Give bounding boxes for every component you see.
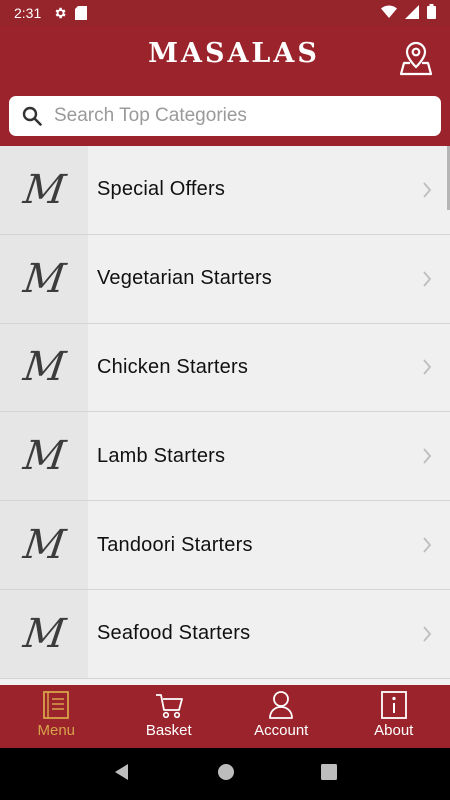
tab-account[interactable]: Account [225, 685, 338, 748]
system-nav-bar [0, 748, 450, 800]
bottom-tab-bar: Menu Basket Account About [0, 685, 450, 748]
category-thumbnail: M [0, 323, 88, 412]
chevron-right-icon [404, 412, 450, 500]
masalas-logo: M [20, 344, 68, 391]
chevron-right-icon [404, 324, 450, 412]
category-thumbnail: M [0, 234, 88, 323]
category-label: Tandoori Starters [97, 533, 253, 556]
tab-basket-label: Basket [145, 722, 192, 739]
person-icon [269, 691, 294, 719]
sd-card-icon [75, 6, 88, 20]
category-row-special-offers[interactable]: M Special Offers [0, 146, 450, 235]
category-thumbnail: M [0, 501, 88, 589]
category-thumbnail: M [0, 146, 88, 234]
store-location-button[interactable] [398, 39, 434, 77]
map-pin-icon [399, 41, 433, 76]
cell-signal-icon [405, 4, 419, 22]
search-input[interactable] [54, 105, 441, 127]
category-row-tandoori-starters[interactable]: M Tandoori Starters [0, 501, 450, 590]
app-title: MASALAS [148, 38, 320, 69]
home-icon[interactable] [217, 763, 235, 786]
status-time: 2:31 [14, 5, 42, 21]
back-icon[interactable] [113, 763, 131, 786]
category-label: Seafood Starters [97, 622, 251, 645]
category-list: M Special Offers M Vegetarian Starters M… [0, 146, 450, 685]
battery-icon [427, 4, 436, 22]
search-icon [22, 106, 42, 126]
status-bar: 2:31 [0, 0, 450, 26]
tab-about-label: About [374, 722, 414, 739]
tab-about[interactable]: About [338, 685, 450, 748]
app-header: MASALAS [0, 26, 450, 88]
tab-menu[interactable]: Menu [0, 685, 113, 748]
masalas-logo: M [20, 255, 68, 302]
category-row-seafood-starters[interactable]: M Seafood Starters [0, 589, 450, 679]
masalas-logo: M [20, 166, 68, 213]
menu-book-icon [43, 691, 70, 719]
category-thumbnail: M [0, 412, 88, 501]
category-row-chicken-starters[interactable]: M Chicken Starters [0, 323, 450, 413]
chevron-right-icon [404, 235, 450, 323]
recents-icon[interactable] [321, 763, 337, 785]
chevron-right-icon [404, 501, 450, 589]
category-label: Chicken Starters [97, 355, 249, 378]
masalas-logo: M [20, 522, 68, 569]
tab-account-label: Account [254, 722, 309, 739]
wifi-icon [381, 5, 397, 21]
tab-menu-label: Menu [37, 722, 76, 739]
tab-basket[interactable]: Basket [113, 685, 226, 748]
masalas-logo: M [20, 433, 68, 480]
chevron-right-icon [404, 146, 450, 234]
category-row-vegetarian-starters[interactable]: M Vegetarian Starters [0, 234, 450, 324]
cart-icon [155, 694, 183, 719]
info-icon [380, 691, 407, 719]
category-label: Special Offers [97, 178, 226, 201]
category-thumbnail: M [0, 589, 88, 678]
search-box[interactable] [9, 96, 441, 136]
search-bar-container [0, 88, 450, 146]
settings-gear-icon [53, 6, 67, 20]
masalas-logo: M [20, 610, 68, 657]
category-row-lamb-starters[interactable]: M Lamb Starters [0, 412, 450, 502]
chevron-right-icon [404, 590, 450, 678]
category-label: Vegetarian Starters [97, 267, 273, 290]
category-label: Lamb Starters [97, 444, 226, 467]
